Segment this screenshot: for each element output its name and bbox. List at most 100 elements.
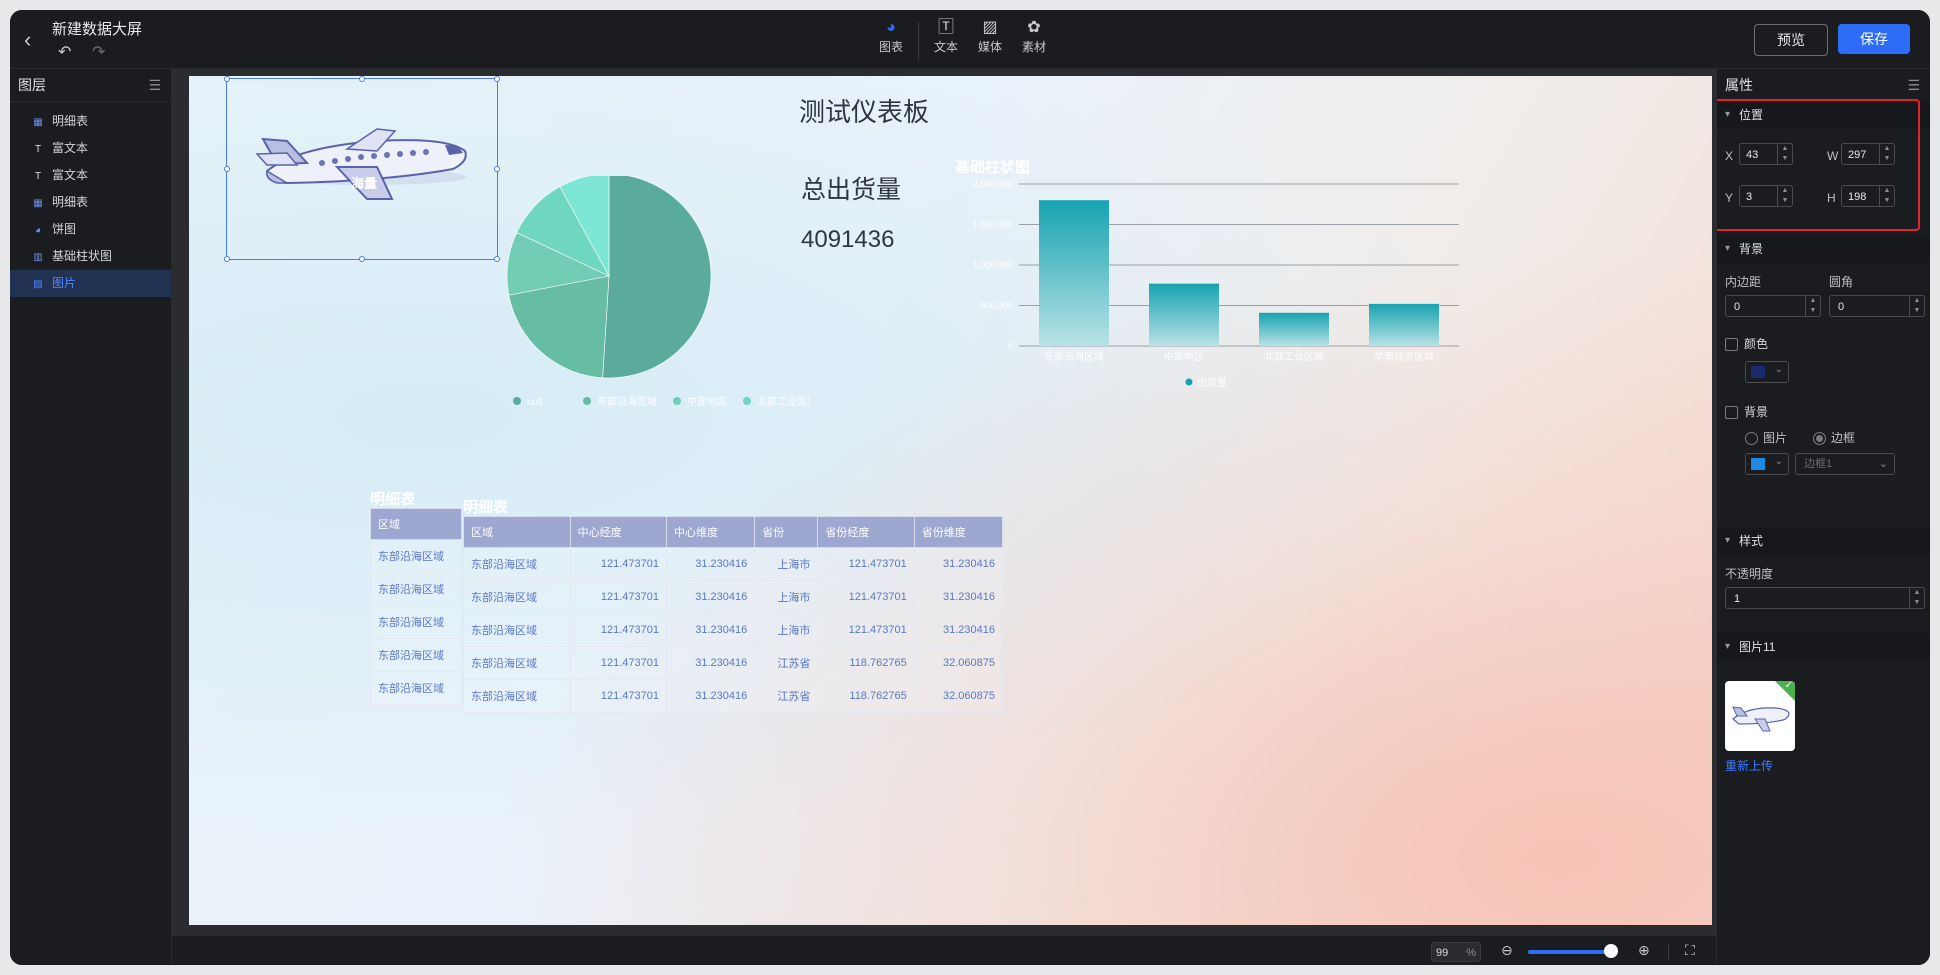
resize-handle[interactable]: [224, 166, 230, 172]
background-section-header[interactable]: 背景: [1717, 235, 1930, 263]
tool-material[interactable]: ✿ 素材: [1015, 18, 1053, 64]
layer-item-bar-chart[interactable]: ▥ 基础柱状图: [10, 243, 171, 270]
app-window: ‹ 新建数据大屏 ↶ ↷ ◕ 图表 🅃 文本 ▨ 媒体 ✿ 素材 预览 保存 图…: [10, 10, 1930, 965]
resize-handle[interactable]: [359, 256, 365, 262]
image-thumbnail[interactable]: ✓: [1725, 681, 1795, 751]
bar[interactable]: [1369, 303, 1439, 346]
radio-border[interactable]: 边框: [1813, 429, 1855, 446]
background-checkbox[interactable]: 背景: [1725, 403, 1768, 420]
text-icon: 🅃: [937, 19, 954, 36]
pie-chart[interactable]: null东部沿海区域中部地区北部工业区域华南经济区域: [409, 176, 809, 436]
table-cell: 31.230416: [913, 580, 1004, 614]
page-title: 新建数据大屏: [52, 21, 143, 38]
layer-item-table[interactable]: ▦ 明细表: [10, 108, 171, 135]
detail-table-1[interactable]: 区域 东部沿海区域 东部沿海区域 东部沿海区域 东部沿海区域 东部沿海区域: [370, 508, 462, 705]
h-stepper[interactable]: ▲ ▼: [1879, 186, 1894, 206]
tool-chart[interactable]: ◕ 图表: [872, 18, 910, 64]
opacity-stepper[interactable]: ▲ ▼: [1909, 588, 1924, 608]
radius-input[interactable]: 0 ▲ ▼: [1829, 295, 1925, 317]
bar-chart-title: 基础柱状图: [954, 158, 1030, 176]
kpi-value[interactable]: 4091436: [801, 226, 894, 254]
legend-marker: [673, 397, 681, 405]
border-style-select[interactable]: 边框1 ⌄: [1795, 453, 1895, 475]
table-cell: 东部沿海区域: [463, 679, 571, 713]
undo-icon[interactable]: ↶: [58, 42, 71, 62]
w-stepper[interactable]: ▲ ▼: [1879, 144, 1894, 164]
preview-button[interactable]: 预览: [1754, 24, 1828, 56]
save-button[interactable]: 保存: [1838, 24, 1910, 54]
layers-menu-icon[interactable]: ☰: [148, 69, 161, 101]
image-section-header[interactable]: 图片11: [1717, 633, 1930, 661]
tool-media[interactable]: ▨ 媒体: [971, 18, 1009, 64]
bar-chart[interactable]: 基础柱状图 0 500,000 1,000,000 1,500,000 2,000,000…: [939, 156, 1479, 426]
table-cell: 东部沿海区域: [463, 547, 571, 581]
x-stepper[interactable]: ▲ ▼: [1777, 144, 1792, 164]
kpi-label[interactable]: 总出货量: [801, 170, 901, 206]
bar[interactable]: [1149, 283, 1219, 346]
y-input[interactable]: 3 ▲ ▼: [1739, 185, 1793, 207]
fit-screen-icon[interactable]: ⛶: [1685, 942, 1695, 959]
y-tick-label: 1,500,000: [973, 220, 1013, 230]
opacity-input[interactable]: 1 ▲ ▼: [1725, 587, 1925, 609]
padding-stepper[interactable]: ▲ ▼: [1805, 296, 1820, 316]
pie-slice[interactable]: [602, 176, 712, 379]
reupload-link[interactable]: 重新上传: [1725, 757, 1773, 774]
layers-panel-header: 图层 ☰: [10, 69, 171, 102]
table-cell: 118.762765: [817, 646, 915, 680]
pie-icon: ◕: [34, 225, 42, 236]
opacity-label: 不透明度: [1725, 567, 1774, 581]
layer-item-image[interactable]: ▨ 图片: [10, 270, 171, 297]
table-header: 省份经度: [817, 516, 915, 548]
table-row: 东部沿海区域: [370, 572, 462, 606]
w-input[interactable]: 297 ▲ ▼: [1841, 143, 1895, 165]
redo-icon[interactable]: ↷: [92, 42, 105, 62]
bg-color-picker[interactable]: ⌄: [1745, 453, 1789, 475]
position-section-header[interactable]: 位置: [1717, 101, 1930, 129]
y-label: Y: [1725, 191, 1734, 205]
legend-label: 出货量: [1197, 376, 1227, 389]
resize-handle[interactable]: [494, 76, 500, 82]
zoom-input[interactable]: 99 %: [1431, 942, 1481, 962]
check-icon: ✓: [1784, 681, 1793, 691]
h-input[interactable]: 198 ▲ ▼: [1841, 185, 1895, 207]
opacity-value: 1: [1734, 593, 1741, 605]
layer-item-richtext[interactable]: T 富文本: [10, 135, 171, 162]
legend-marker: [513, 397, 521, 405]
zoom-slider-handle[interactable]: [1604, 944, 1618, 958]
legend-marker: [1185, 378, 1193, 386]
table-cell: 118.762765: [817, 679, 915, 713]
padding-input[interactable]: 0 ▲ ▼: [1725, 295, 1821, 317]
resize-handle[interactable]: [494, 166, 500, 172]
layer-item-richtext[interactable]: T 富文本: [10, 162, 171, 189]
detail-table-2[interactable]: 区域 中心经度 中心维度 省份 省份经度 省份维度 东部沿海区域 121.473701 31.…: [463, 516, 1004, 713]
zoom-in-icon[interactable]: ⊕: [1638, 942, 1650, 959]
tool-text[interactable]: 🅃 文本: [927, 18, 965, 64]
dashboard-title[interactable]: 测试仪表板: [799, 92, 929, 129]
bar[interactable]: [1039, 200, 1109, 346]
color-checkbox[interactable]: 颜色: [1725, 335, 1768, 352]
divider: [1668, 944, 1669, 960]
layers-panel: 图层 ☰ ▦ 明细表 T 富文本 T 富文本 ▦ 明细表 ◕ 饼图 ▥ 基础柱状图 ▨ 图片: [10, 69, 172, 965]
resize-handle[interactable]: [224, 76, 230, 82]
layer-item-pie[interactable]: ◕ 饼图: [10, 216, 171, 243]
back-arrow-icon[interactable]: ‹: [24, 29, 44, 51]
zoom-slider[interactable]: [1528, 950, 1611, 954]
x-input[interactable]: 43 ▲ ▼: [1739, 143, 1793, 165]
zoom-out-icon[interactable]: ⊖: [1501, 942, 1513, 959]
layer-item-table[interactable]: ▦ 明细表: [10, 189, 171, 216]
style-section-header[interactable]: 样式: [1717, 527, 1930, 555]
table-cell: 121.473701: [569, 580, 667, 614]
resize-handle[interactable]: [359, 76, 365, 82]
pie-chart-icon: ◕: [886, 19, 896, 36]
properties-menu-icon[interactable]: ☰: [1907, 69, 1920, 101]
color-picker[interactable]: ⌄: [1745, 361, 1789, 383]
radio-image[interactable]: 图片: [1745, 429, 1787, 446]
y-stepper[interactable]: ▲ ▼: [1777, 186, 1792, 206]
table-cell: 东部沿海区域: [370, 539, 462, 573]
table-cell: 31.230416: [665, 679, 756, 713]
resize-handle[interactable]: [224, 256, 230, 262]
radius-stepper[interactable]: ▲ ▼: [1909, 296, 1924, 316]
dashboard-artboard[interactable]: 海量 测试仪表板 总出货量 4091436 null 东部沿海区域 中部地区 北部工业…: [189, 76, 1712, 925]
style-section-body: 不透明度 1 ▲ ▼: [1717, 555, 1930, 633]
bar[interactable]: [1259, 312, 1329, 346]
